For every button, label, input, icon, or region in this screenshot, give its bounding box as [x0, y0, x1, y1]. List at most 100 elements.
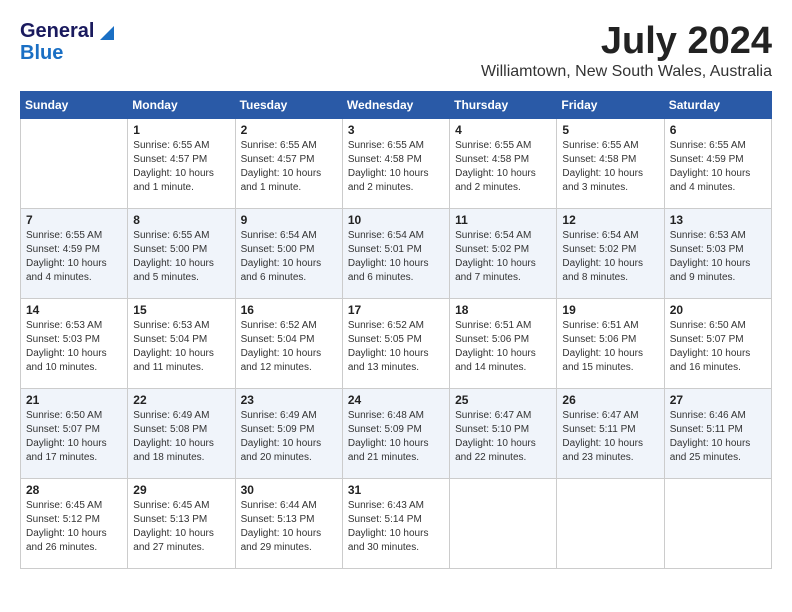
- logo-blue: Blue: [20, 42, 63, 64]
- calendar-day-header: Sunday: [21, 92, 128, 119]
- day-number: 21: [26, 393, 122, 407]
- day-number: 31: [348, 483, 444, 497]
- calendar-day-cell: 28 Sunrise: 6:45 AM Sunset: 5:12 PM Dayli…: [21, 479, 128, 569]
- calendar-week-row: 1 Sunrise: 6:55 AM Sunset: 4:57 PM Daylig…: [21, 119, 772, 209]
- day-info: Sunrise: 6:49 AM Sunset: 5:09 PM Dayligh…: [241, 409, 337, 465]
- calendar-day-cell: 26Sunrise: 6:47 AM Sunset: 5:11 PM Dayli…: [557, 389, 664, 479]
- day-number: 10: [348, 213, 444, 227]
- calendar-day-header: Saturday: [664, 92, 771, 119]
- day-info: Sunrise: 6:53 AM Sunset: 5:03 PM Dayligh…: [26, 319, 122, 375]
- day-number: 9: [241, 213, 337, 227]
- day-number: 11: [455, 213, 551, 227]
- day-number: 16: [241, 303, 337, 317]
- day-info: Sunrise: 6:52 AM Sunset: 5:05 PM Dayligh…: [348, 319, 444, 375]
- calendar-day-cell: 7 Sunrise: 6:55 AM Sunset: 4:59 PM Daylig…: [21, 209, 128, 299]
- calendar-day-cell: 25 Sunrise: 6:47 AM Sunset: 5:10 PM Dayli…: [450, 389, 557, 479]
- day-info: Sunrise: 6:46 AM Sunset: 5:11 PM Dayligh…: [670, 409, 766, 465]
- calendar-day-cell: 20 Sunrise: 6:50 AM Sunset: 5:07 PM Dayli…: [664, 299, 771, 389]
- day-info: Sunrise: 6:55 AM Sunset: 4:58 PM Dayligh…: [348, 139, 444, 195]
- calendar-day-cell: 21 Sunrise: 6:50 AM Sunset: 5:07 PM Dayli…: [21, 389, 128, 479]
- day-info: Sunrise: 6:53 AM Sunset: 5:04 PM Dayligh…: [133, 319, 229, 375]
- calendar-day-cell: 31 Sunrise: 6:43 AM Sunset: 5:14 PM Dayli…: [342, 479, 449, 569]
- logo: General Blue: [20, 20, 114, 64]
- calendar-day-header: Tuesday: [235, 92, 342, 119]
- calendar-day-cell: 29 Sunrise: 6:45 AM Sunset: 5:13 PM Dayli…: [128, 479, 235, 569]
- calendar-day-cell: 6 Sunrise: 6:55 AM Sunset: 4:59 PM Daylig…: [664, 119, 771, 209]
- calendar-week-row: 28 Sunrise: 6:45 AM Sunset: 5:12 PM Dayli…: [21, 479, 772, 569]
- calendar-day-cell: 23 Sunrise: 6:49 AM Sunset: 5:09 PM Dayli…: [235, 389, 342, 479]
- day-number: 25: [455, 393, 551, 407]
- calendar-day-cell: 16 Sunrise: 6:52 AM Sunset: 5:04 PM Dayli…: [235, 299, 342, 389]
- day-number: 29: [133, 483, 229, 497]
- day-number: 3: [348, 123, 444, 137]
- calendar-day-header: Thursday: [450, 92, 557, 119]
- day-number: 23: [241, 393, 337, 407]
- day-info: Sunrise: 6:54 AM Sunset: 5:02 PM Dayligh…: [562, 229, 658, 285]
- day-number: 24: [348, 393, 444, 407]
- day-number: 27: [670, 393, 766, 407]
- day-number: 7: [26, 213, 122, 227]
- calendar-day-cell: 19 Sunrise: 6:51 AM Sunset: 5:06 PM Dayli…: [557, 299, 664, 389]
- day-info: Sunrise: 6:52 AM Sunset: 5:04 PM Dayligh…: [241, 319, 337, 375]
- calendar-day-cell: 12Sunrise: 6:54 AM Sunset: 5:02 PM Dayli…: [557, 209, 664, 299]
- location-title: Williamtown, New South Wales, Australia: [481, 63, 772, 81]
- day-info: Sunrise: 6:47 AM Sunset: 5:10 PM Dayligh…: [455, 409, 551, 465]
- day-info: Sunrise: 6:55 AM Sunset: 4:58 PM Dayligh…: [455, 139, 551, 195]
- logo-general: General: [20, 20, 94, 42]
- day-number: 4: [455, 123, 551, 137]
- day-number: 20: [670, 303, 766, 317]
- day-info: Sunrise: 6:55 AM Sunset: 4:59 PM Dayligh…: [26, 229, 122, 285]
- calendar-day-cell: 24Sunrise: 6:48 AM Sunset: 5:09 PM Dayli…: [342, 389, 449, 479]
- calendar-day-cell: 13 Sunrise: 6:53 AM Sunset: 5:03 PM Dayli…: [664, 209, 771, 299]
- calendar-day-cell: 2 Sunrise: 6:55 AM Sunset: 4:57 PM Daylig…: [235, 119, 342, 209]
- day-info: Sunrise: 6:43 AM Sunset: 5:14 PM Dayligh…: [348, 499, 444, 555]
- page-header: General Blue July 2024 Williamtown, New …: [20, 20, 772, 81]
- calendar-day-cell: [557, 479, 664, 569]
- calendar-day-cell: 8 Sunrise: 6:55 AM Sunset: 5:00 PM Daylig…: [128, 209, 235, 299]
- day-info: Sunrise: 6:54 AM Sunset: 5:01 PM Dayligh…: [348, 229, 444, 285]
- title-section: July 2024 Williamtown, New South Wales, …: [481, 20, 772, 81]
- calendar-day-cell: 5Sunrise: 6:55 AM Sunset: 4:58 PM Daylig…: [557, 119, 664, 209]
- calendar-day-header: Friday: [557, 92, 664, 119]
- day-number: 13: [670, 213, 766, 227]
- calendar-day-cell: 17 Sunrise: 6:52 AM Sunset: 5:05 PM Dayli…: [342, 299, 449, 389]
- day-info: Sunrise: 6:55 AM Sunset: 4:58 PM Dayligh…: [562, 139, 658, 195]
- day-number: 1: [133, 123, 229, 137]
- day-number: 19: [562, 303, 658, 317]
- calendar-day-cell: 22 Sunrise: 6:49 AM Sunset: 5:08 PM Dayli…: [128, 389, 235, 479]
- day-info: Sunrise: 6:49 AM Sunset: 5:08 PM Dayligh…: [133, 409, 229, 465]
- day-number: 17: [348, 303, 444, 317]
- calendar-day-cell: [450, 479, 557, 569]
- calendar-day-cell: [664, 479, 771, 569]
- calendar-header-row: SundayMondayTuesdayWednesdayThursdayFrid…: [21, 92, 772, 119]
- logo-icon: [96, 22, 114, 40]
- day-info: Sunrise: 6:50 AM Sunset: 5:07 PM Dayligh…: [26, 409, 122, 465]
- calendar-day-cell: [21, 119, 128, 209]
- calendar-day-cell: 4 Sunrise: 6:55 AM Sunset: 4:58 PM Daylig…: [450, 119, 557, 209]
- day-number: 8: [133, 213, 229, 227]
- calendar-day-header: Wednesday: [342, 92, 449, 119]
- day-number: 30: [241, 483, 337, 497]
- calendar-day-cell: 27 Sunrise: 6:46 AM Sunset: 5:11 PM Dayli…: [664, 389, 771, 479]
- month-title: July 2024: [481, 20, 772, 63]
- day-info: Sunrise: 6:54 AM Sunset: 5:02 PM Dayligh…: [455, 229, 551, 285]
- day-info: Sunrise: 6:45 AM Sunset: 5:13 PM Dayligh…: [133, 499, 229, 555]
- day-info: Sunrise: 6:45 AM Sunset: 5:12 PM Dayligh…: [26, 499, 122, 555]
- day-info: Sunrise: 6:55 AM Sunset: 4:59 PM Dayligh…: [670, 139, 766, 195]
- day-number: 22: [133, 393, 229, 407]
- day-info: Sunrise: 6:55 AM Sunset: 4:57 PM Dayligh…: [133, 139, 229, 195]
- day-number: 26: [562, 393, 658, 407]
- day-info: Sunrise: 6:50 AM Sunset: 5:07 PM Dayligh…: [670, 319, 766, 375]
- calendar-week-row: 7 Sunrise: 6:55 AM Sunset: 4:59 PM Daylig…: [21, 209, 772, 299]
- calendar-table: SundayMondayTuesdayWednesdayThursdayFrid…: [20, 91, 772, 569]
- calendar-day-cell: 3 Sunrise: 6:55 AM Sunset: 4:58 PM Daylig…: [342, 119, 449, 209]
- day-info: Sunrise: 6:53 AM Sunset: 5:03 PM Dayligh…: [670, 229, 766, 285]
- day-info: Sunrise: 6:55 AM Sunset: 5:00 PM Dayligh…: [133, 229, 229, 285]
- day-info: Sunrise: 6:44 AM Sunset: 5:13 PM Dayligh…: [241, 499, 337, 555]
- day-number: 6: [670, 123, 766, 137]
- day-number: 28: [26, 483, 122, 497]
- day-info: Sunrise: 6:51 AM Sunset: 5:06 PM Dayligh…: [562, 319, 658, 375]
- day-info: Sunrise: 6:55 AM Sunset: 4:57 PM Dayligh…: [241, 139, 337, 195]
- day-number: 15: [133, 303, 229, 317]
- day-number: 2: [241, 123, 337, 137]
